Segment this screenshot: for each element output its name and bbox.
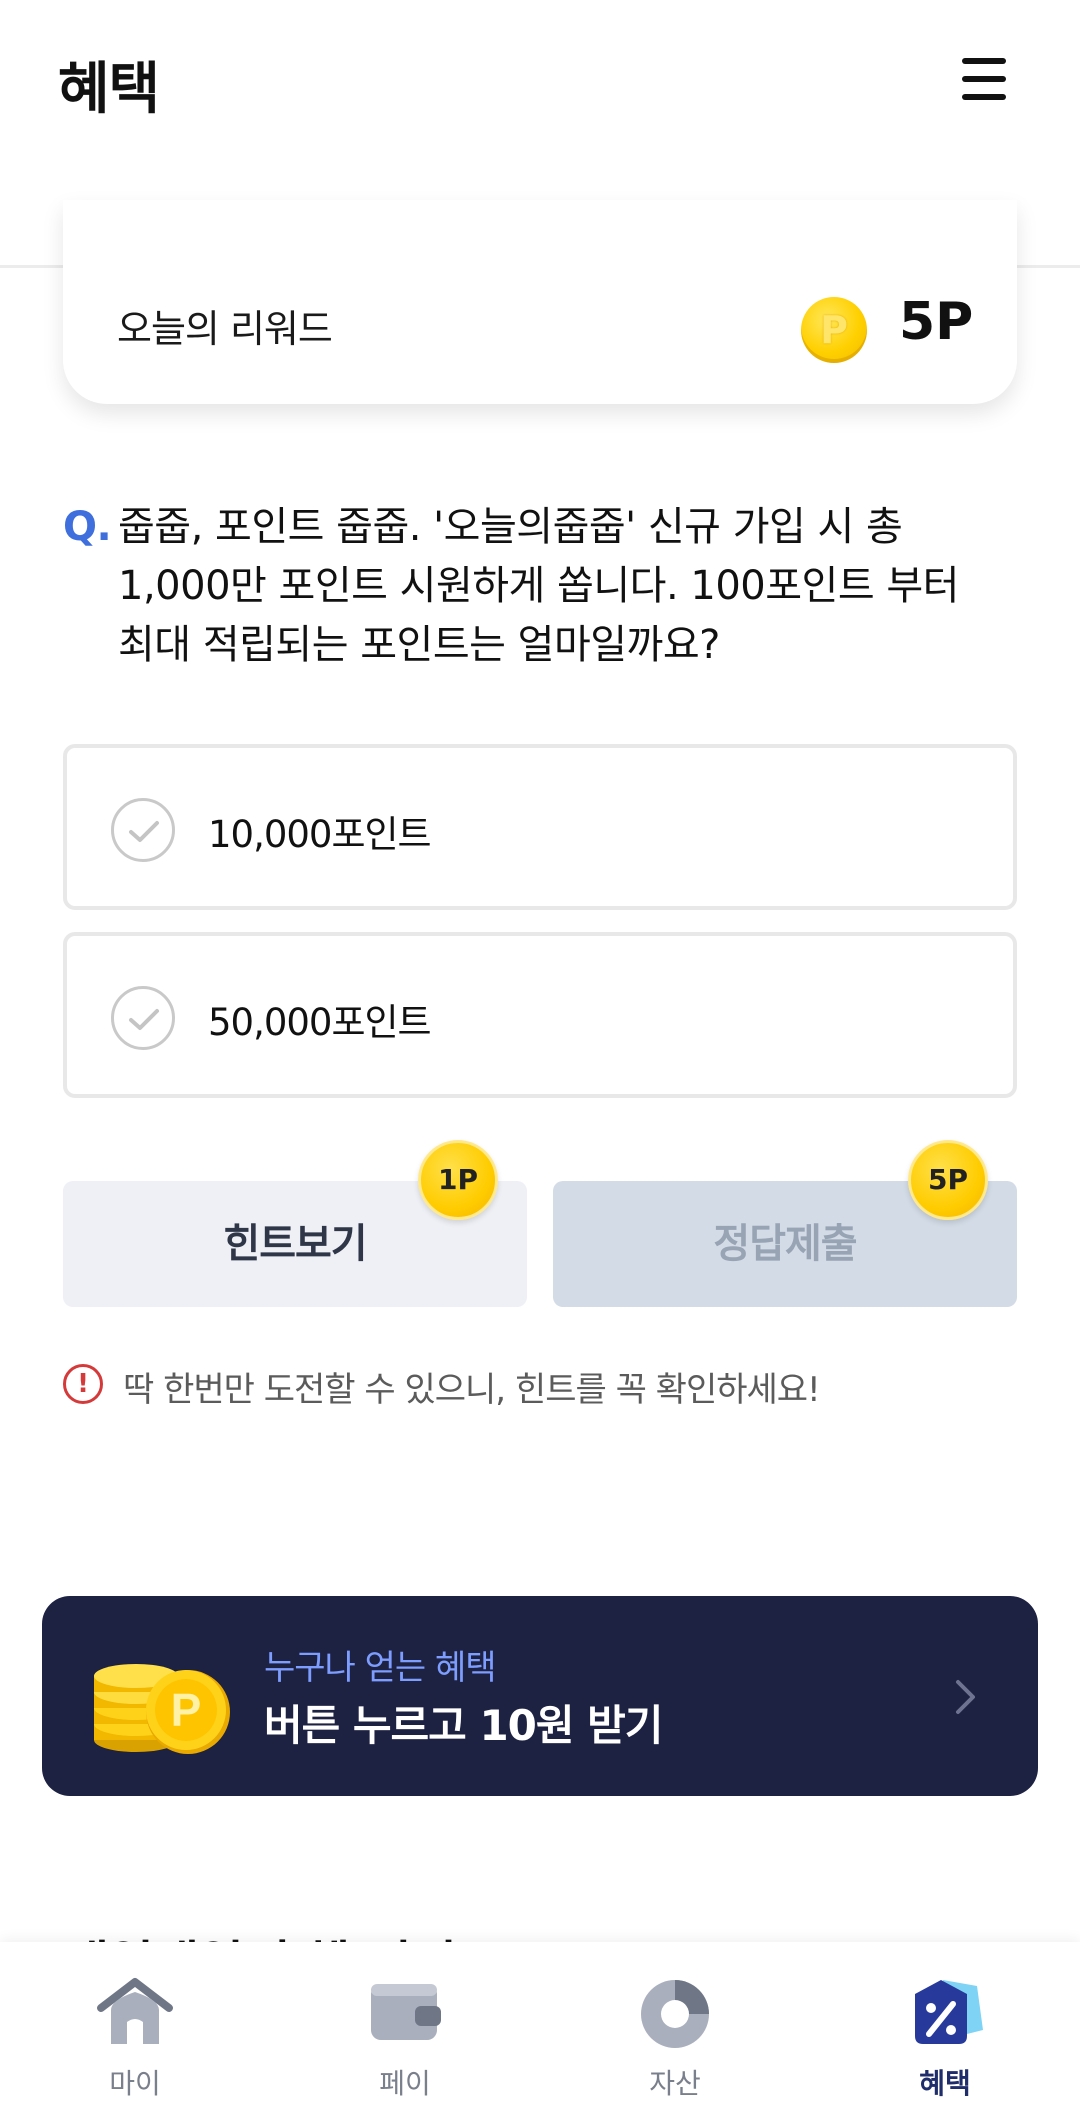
banner-title: 버튼 누르고 10원 받기 (264, 1701, 663, 1750)
nav-label: 자산 (649, 2067, 701, 2100)
wallet-icon (371, 1984, 441, 2040)
nav-item-benefits[interactable]: 혜택 (845, 1942, 1045, 2124)
warning-text: 딱 한번만 도전할 수 있으니, 힌트를 꼭 확인하세요! (123, 1370, 821, 1410)
bottom-nav: 마이 페이 자산 혜택 (0, 1942, 1080, 2124)
app-header: 혜택 (0, 0, 1080, 160)
answer-option-1[interactable]: 10,000포인트 (63, 744, 1017, 910)
page-title: 혜택 (58, 57, 160, 122)
hint-cost-badge: 1P (418, 1140, 498, 1220)
discount-tag-icon (915, 1980, 983, 2044)
nav-item-assets[interactable]: 자산 (575, 1942, 775, 2124)
menu-icon[interactable] (960, 56, 1008, 102)
check-icon (111, 798, 175, 862)
pie-chart-icon (641, 1980, 709, 2048)
question-prefix: Q. (63, 504, 112, 550)
reward-value: 5P (899, 292, 974, 352)
submit-reward-badge: 5P (908, 1140, 988, 1220)
coin-stack-icon: P (94, 1664, 230, 1754)
nav-item-my[interactable]: 마이 (35, 1942, 235, 2124)
chevron-right-icon (956, 1680, 975, 1714)
question-text: 줍줍, 포인트 줍줍. '오늘의줍줍' 신규 가입 시 총 1,000만 포인트… (118, 504, 959, 668)
reward-banner[interactable]: P 누구나 얻는 혜택 버튼 누르고 10원 받기 (42, 1596, 1038, 1796)
answer-option-2[interactable]: 50,000포인트 (63, 932, 1017, 1098)
quiz-question: Q. 줍줍, 포인트 줍줍. '오늘의줍줍' 신규 가입 시 총 1,000만 … (63, 498, 1003, 675)
today-reward-card: 오늘의 리워드 5P (63, 200, 1017, 404)
reward-label: 오늘의 리워드 (117, 307, 333, 351)
nav-label: 페이 (379, 2067, 431, 2100)
alert-icon: ! (63, 1364, 103, 1404)
home-icon (97, 1978, 173, 2044)
option-label: 50,000포인트 (208, 1001, 432, 1044)
nav-label: 마이 (109, 2067, 161, 2100)
option-label: 10,000포인트 (208, 813, 432, 856)
svg-text:P: P (171, 1684, 202, 1736)
nav-label: 혜택 (919, 2067, 971, 2100)
check-icon (111, 986, 175, 1050)
banner-subtitle: 누구나 얻는 혜택 (264, 1648, 497, 1688)
nav-item-pay[interactable]: 페이 (305, 1942, 505, 2124)
point-coin-icon (801, 297, 867, 363)
